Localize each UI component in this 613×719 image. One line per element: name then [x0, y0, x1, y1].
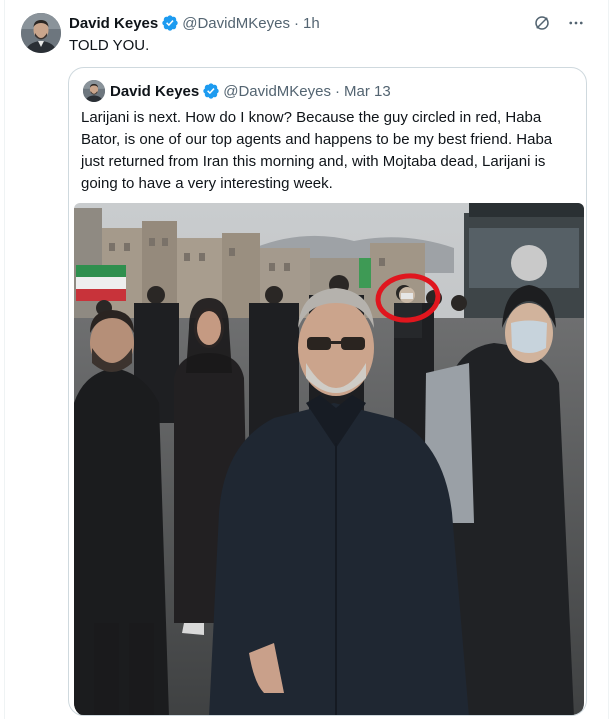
- verified-badge-icon: [202, 82, 220, 100]
- quoted-tweet-text: Larijani is next. How do I know? Because…: [81, 109, 553, 192]
- more-horizontal-icon[interactable]: [566, 13, 586, 33]
- separator-dot: ·: [293, 14, 299, 32]
- quoted-author-name[interactable]: David Keyes: [110, 83, 199, 100]
- quoted-tweet-header: David Keyes @DavidMKeyes · Mar 13: [110, 81, 391, 101]
- quoted-tweet-photo[interactable]: [74, 203, 584, 715]
- author-name[interactable]: David Keyes: [69, 15, 158, 32]
- verified-badge-icon: [161, 14, 179, 32]
- slashed-circle-icon[interactable]: [532, 13, 552, 33]
- quoted-author-handle[interactable]: @DavidMKeyes: [223, 83, 331, 100]
- author-handle[interactable]: @DavidMKeyes: [182, 15, 290, 32]
- timestamp[interactable]: 1h: [303, 15, 320, 32]
- tweet-header: David Keyes @DavidMKeyes · 1h: [69, 13, 320, 33]
- quoted-avatar[interactable]: [83, 80, 105, 102]
- tweet-text: TOLD YOU.: [69, 37, 150, 54]
- tweet-actions-top: [532, 13, 586, 33]
- separator-dot: ·: [334, 82, 340, 100]
- quoted-timestamp[interactable]: Mar 13: [344, 83, 391, 100]
- avatar[interactable]: [21, 13, 61, 53]
- quoted-tweet[interactable]: David Keyes @DavidMKeyes · Mar 13 Larija…: [68, 67, 587, 716]
